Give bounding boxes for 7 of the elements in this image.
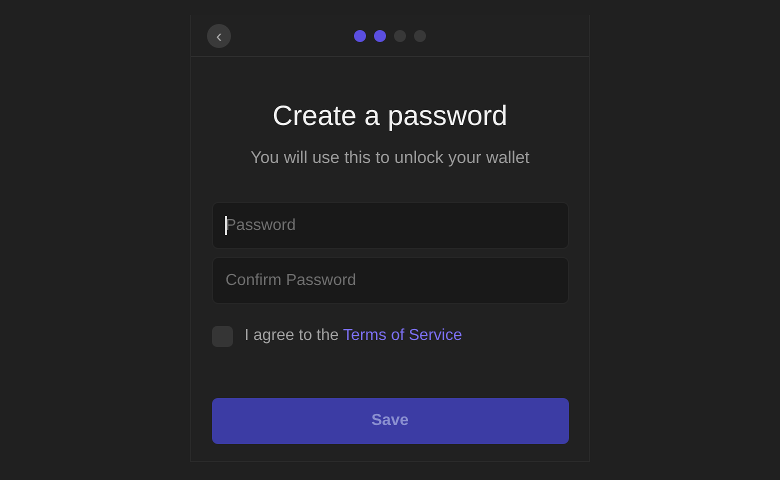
subtitle: You will use this to unlock your wallet: [250, 146, 530, 169]
terms-link[interactable]: Terms of Service: [342, 327, 462, 344]
confirm-password-field[interactable]: Confirm Password: [212, 257, 568, 304]
back-button[interactable]: ‹: [207, 24, 231, 48]
title: Create a password: [272, 99, 508, 133]
agreement-text: I agree to the Terms of Service: [244, 326, 462, 346]
password-field[interactable]: Password: [212, 202, 568, 250]
